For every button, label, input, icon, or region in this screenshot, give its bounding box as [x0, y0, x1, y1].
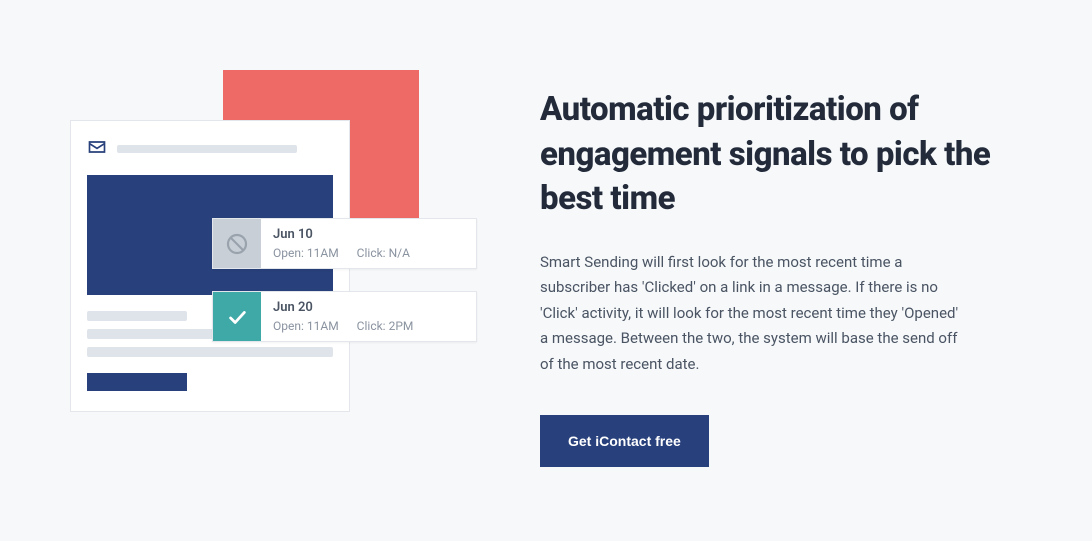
section-body: Smart Sending will first look for the mo…	[540, 250, 960, 378]
illustration-area: Jun 10 Open: 11AM Click: N/A Jun 20	[60, 70, 460, 501]
engagement-date: Jun 20	[273, 300, 464, 315]
engagement-date: Jun 10	[273, 227, 464, 242]
engagement-open: Open: 11AM	[273, 246, 339, 260]
engagement-card-rejected: Jun 10 Open: 11AM Click: N/A	[212, 218, 477, 269]
engagement-open: Open: 11AM	[273, 319, 339, 333]
placeholder-line	[87, 347, 333, 357]
engagement-click: Click: 2PM	[357, 319, 414, 333]
engagement-click: Click: N/A	[357, 246, 410, 260]
section-heading: Automatic prioritization of engagement s…	[540, 88, 1012, 222]
placeholder-line	[117, 145, 297, 153]
engagement-card-selected: Jun 20 Open: 11AM Click: 2PM	[212, 291, 477, 342]
cta-button[interactable]: Get iContact free	[540, 415, 709, 467]
check-icon	[213, 292, 261, 341]
placeholder-button	[87, 373, 187, 391]
envelope-icon	[87, 137, 107, 161]
prohibited-icon	[213, 219, 261, 268]
placeholder-line	[87, 311, 187, 321]
